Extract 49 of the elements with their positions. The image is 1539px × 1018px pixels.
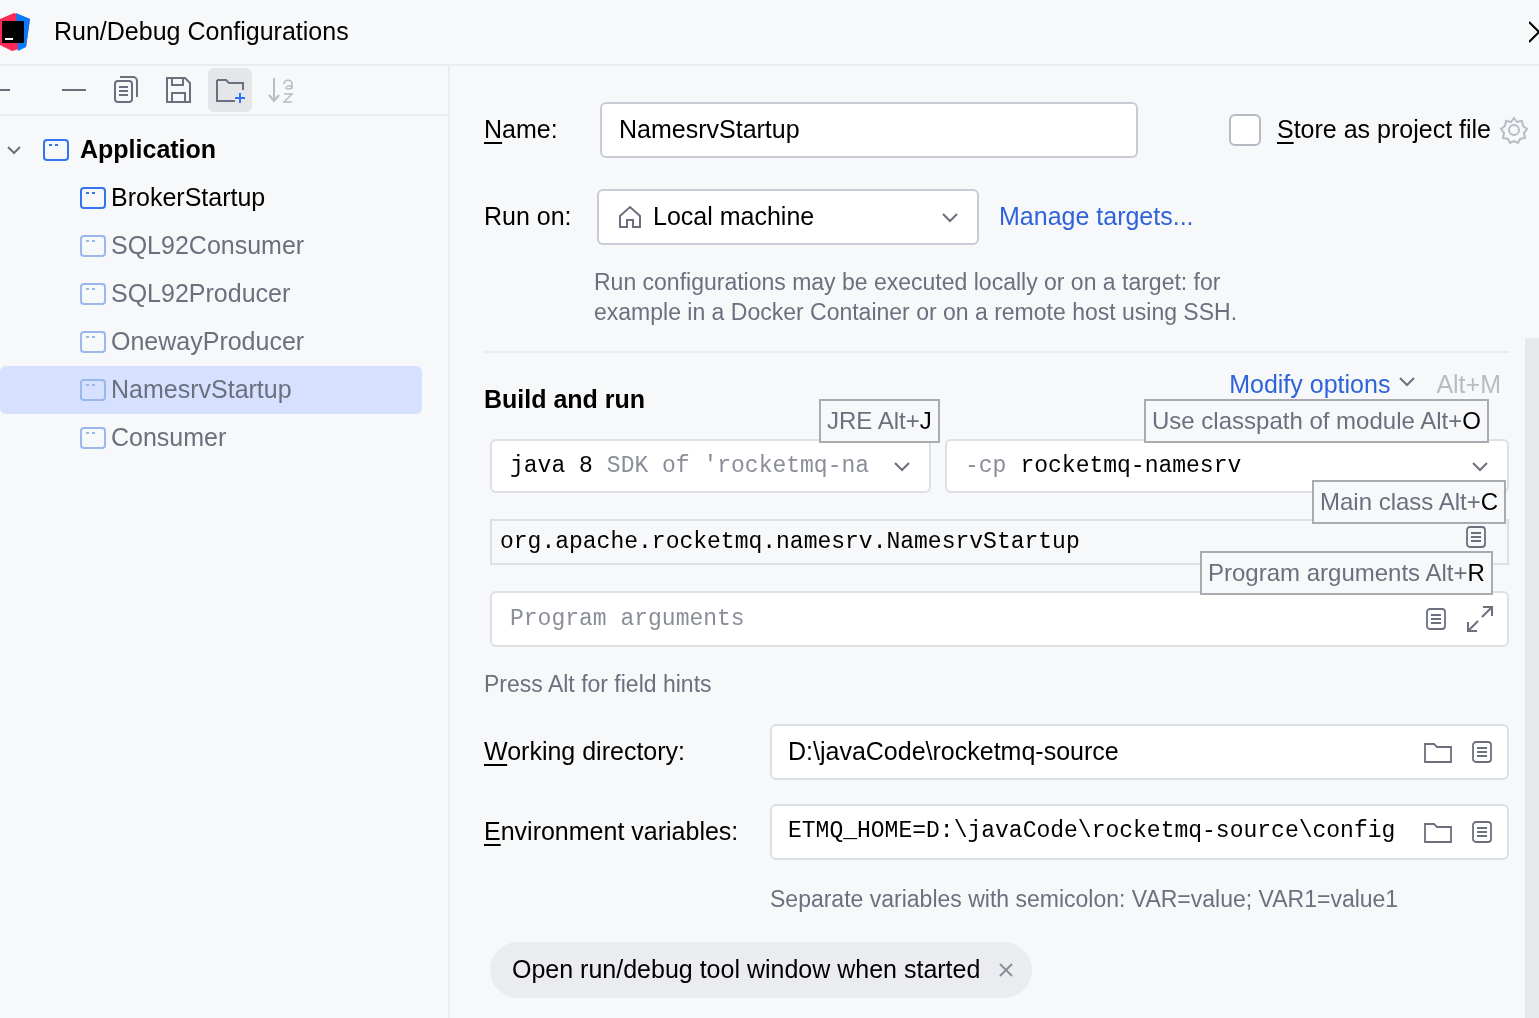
run-on-label: Run on: [484, 201, 573, 233]
tree-item[interactable]: OnewayProducer [0, 318, 422, 366]
tree-item[interactable]: Consumer [0, 414, 422, 462]
option-chip[interactable]: Open run/debug tool window when started [490, 942, 1033, 998]
working-directory-label: Working directory: [484, 736, 685, 765]
shortcut-tooltip: Program arguments Alt+R [1200, 551, 1493, 595]
window-icon [79, 186, 107, 210]
window-icon [79, 378, 107, 402]
environment-hint-text: Separate variables with semicolon: VAR=value; VAR1=value1 [770, 884, 1400, 914]
shortcut-tooltip: JRE Alt+J [819, 399, 940, 443]
window-title: Run/Debug Configurations [54, 16, 349, 48]
list-icon[interactable] [1465, 525, 1487, 549]
chevron-down-icon [941, 211, 959, 223]
modify-options-link[interactable]: Modify options [1229, 371, 1391, 397]
shortcut-tooltip: Use classpath of module Alt+O [1144, 399, 1489, 443]
run-on-description: Run configurations may be executed locally or on a target: for example in a Docker Container or on a remote host using SSH. [594, 268, 1239, 327]
window-icon [79, 234, 107, 258]
list-icon[interactable] [1471, 819, 1493, 844]
name-label: Name: [484, 115, 558, 144]
chevron-icon[interactable] [6, 144, 22, 156]
jre-dropdown[interactable]: java 8 SDK of 'rocketmq-na [490, 439, 931, 493]
store-checkbox[interactable] [1229, 114, 1261, 146]
shortcut-tooltip: Main class Alt+C [1312, 480, 1507, 524]
window-icon [79, 426, 107, 450]
tree-item[interactable]: Application [0, 126, 422, 174]
shortcut-label: Alt+M [1436, 371, 1501, 397]
expand-icon[interactable] [1465, 604, 1495, 634]
chevron-down-icon [893, 460, 911, 472]
run-on-dropdown[interactable]: Local machine [597, 189, 979, 245]
working-directory-field[interactable]: D:\javaCode\rocketmq-source [770, 723, 1509, 780]
manage-targets-link[interactable]: Manage targets... [999, 198, 1194, 236]
store-label: Store as project file [1277, 115, 1491, 144]
home-icon [617, 204, 643, 230]
environment-variables-label: Environment variables: [484, 816, 739, 845]
field-hints-text: Press Alt for field hints [484, 670, 713, 699]
window-icon [79, 330, 107, 354]
section-title: Build and run [484, 384, 646, 415]
tree-item[interactable]: SQL92Producer [0, 270, 422, 318]
environment-variables-field[interactable]: ETMQ_HOME=D:\javaCode\rocketmq-source\config [770, 803, 1509, 860]
name-field[interactable]: NamesrvStartup [600, 102, 1138, 158]
window-icon [79, 282, 107, 306]
list-icon[interactable] [1471, 739, 1493, 764]
tree-item[interactable]: SQL92Consumer [0, 222, 422, 270]
list-icon[interactable] [1425, 607, 1447, 631]
chevron-down-icon [1471, 460, 1489, 472]
tree-item[interactable]: BrokerStartup [0, 174, 422, 222]
window-icon [42, 138, 70, 162]
tree-item[interactable]: NamesrvStartup [0, 366, 422, 414]
chevron-down-icon [1398, 375, 1417, 387]
